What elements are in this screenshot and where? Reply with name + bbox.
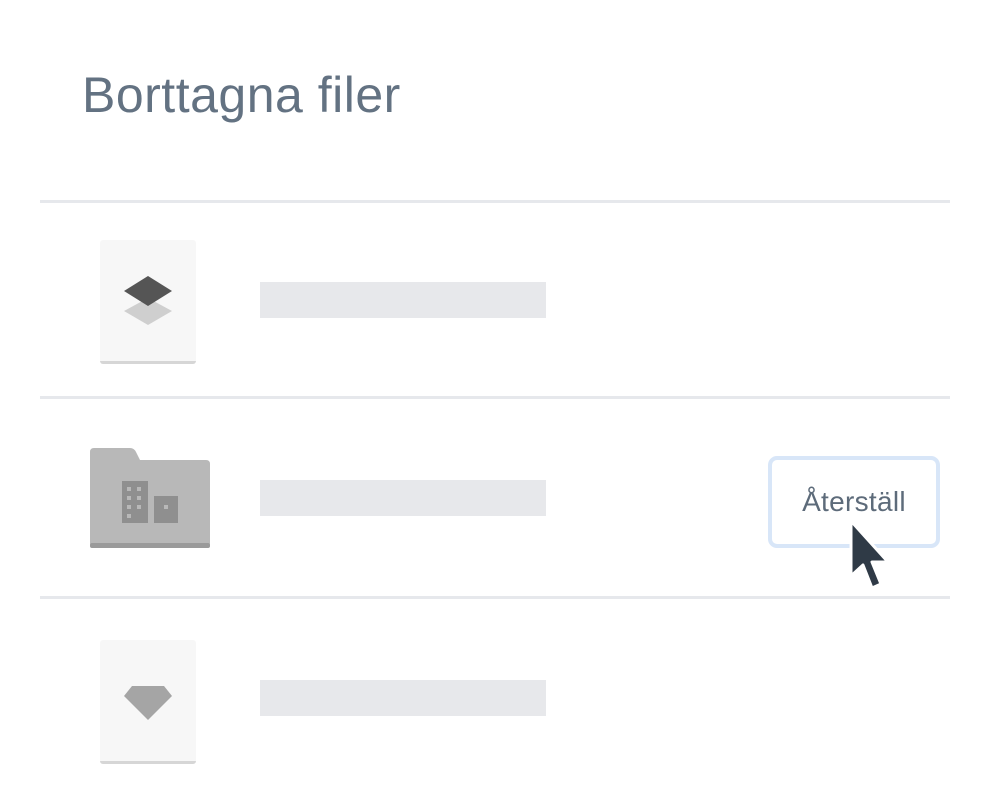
file-name-placeholder: [260, 282, 546, 318]
file-name-placeholder: [260, 680, 546, 716]
building-folder-icon: [90, 448, 210, 550]
file-row-1[interactable]: [40, 203, 950, 383]
file-row-2[interactable]: Återställ: [40, 399, 950, 579]
page-title: Borttagna filer: [82, 67, 401, 123]
gem-icon: [100, 640, 196, 764]
file-row-3[interactable]: [40, 599, 950, 779]
layers-icon: [100, 240, 196, 364]
file-name-placeholder: [260, 480, 546, 516]
mouse-pointer-icon: [849, 519, 890, 590]
